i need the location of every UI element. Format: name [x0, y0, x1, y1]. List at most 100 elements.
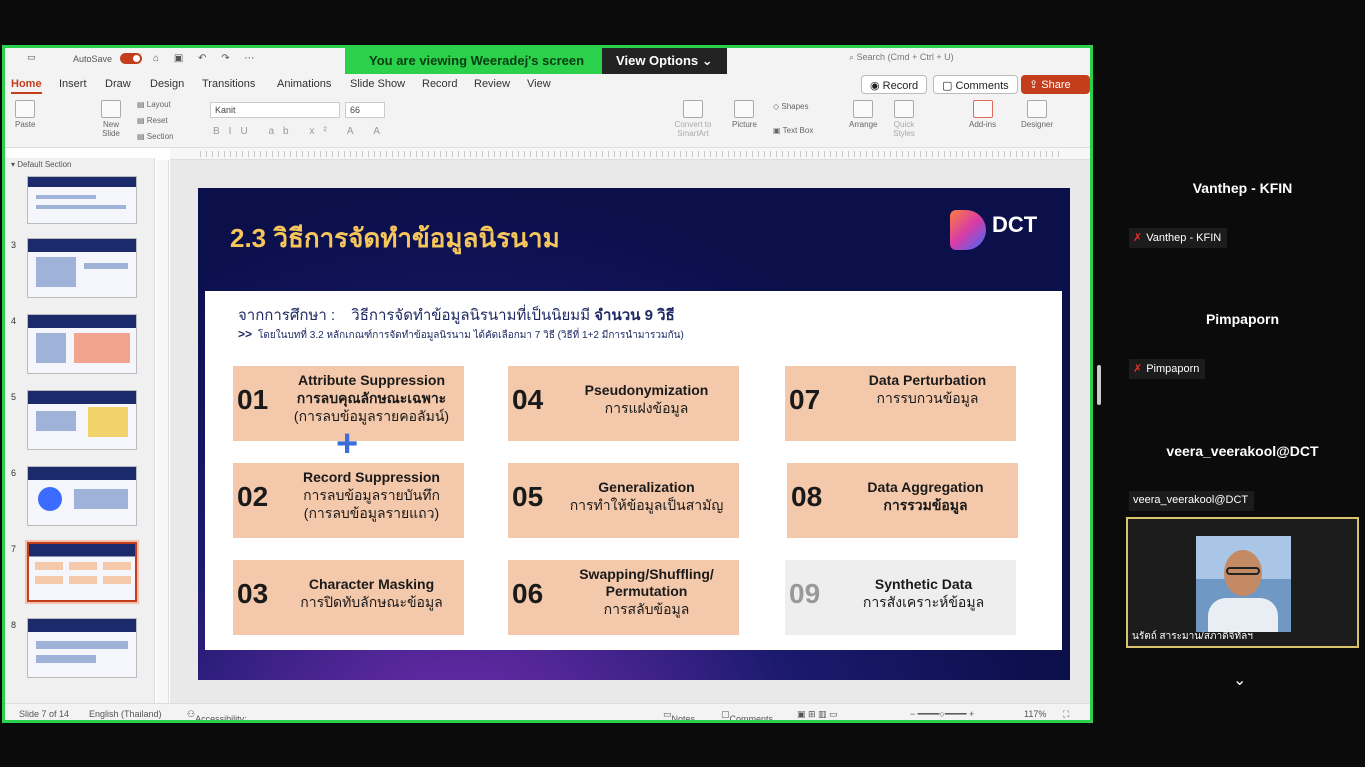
panel-resize-handle[interactable] — [1097, 365, 1101, 405]
record-button[interactable]: ◉ Record — [861, 75, 928, 94]
slide-thumbnail[interactable] — [27, 314, 137, 374]
font-family-select[interactable]: Kanit — [210, 102, 340, 118]
tab-animations[interactable]: Animations — [277, 78, 331, 90]
ribbon: Paste New Slide ▤ Layout ▤ Reset ▤ Secti… — [5, 96, 1090, 148]
participant-name: Pimpaporn — [1205, 311, 1280, 327]
reset-button[interactable]: ▤ Reset — [137, 116, 168, 125]
fit-slide-icon[interactable]: ⛶ — [1063, 709, 1069, 720]
notes-button[interactable]: ▭ Notes — [663, 709, 695, 720]
tab-home[interactable]: Home — [11, 78, 42, 94]
method-card-06: 06 Swapping/Shuffling/ Permutation การสลั… — [508, 560, 739, 635]
quick-styles-button[interactable]: Quick Styles — [889, 100, 919, 138]
tab-design[interactable]: Design — [150, 78, 184, 90]
slide-number: 5 — [11, 392, 17, 402]
layout-button[interactable]: ▤ Layout — [137, 100, 171, 109]
tab-draw[interactable]: Draw — [105, 78, 131, 90]
autosave-label: AutoSave — [73, 54, 113, 64]
slide-thumbnail[interactable] — [27, 466, 137, 526]
slide[interactable]: 2.3 วิธีการจัดทำข้อมูลนิรนาม DCT จากการศ… — [198, 188, 1070, 680]
chevron-down-icon[interactable]: ⌄ — [1233, 670, 1246, 690]
share-button[interactable]: ⇪ Share ⌄ — [1021, 75, 1090, 104]
slide-thumbnail[interactable] — [27, 176, 137, 224]
zoom-slider[interactable]: − ━━━━○━━━━ + — [910, 709, 974, 720]
slide-count: Slide 7 of 14 — [19, 709, 70, 719]
intro-line: จากการศึกษา : วิธีการจัดทำข้อมูลนิรนามที… — [238, 307, 675, 324]
quick-styles-icon — [894, 100, 914, 118]
view-buttons[interactable]: ▣ ⊞ ▥ ▭ — [797, 709, 838, 720]
picture-icon — [734, 100, 755, 118]
tab-record[interactable]: Record — [422, 78, 457, 90]
arrange-button[interactable]: Arrange — [849, 100, 877, 129]
participant-label: ✗ Pimpaporn — [1129, 359, 1206, 379]
smartart-icon — [683, 100, 703, 118]
slide-thumbnail[interactable] — [27, 238, 137, 298]
designer-icon — [1027, 100, 1047, 118]
dct-logo-icon — [950, 210, 986, 250]
tab-view[interactable]: View — [527, 78, 551, 90]
shapes-button[interactable]: ◇ Shapes — [773, 102, 809, 111]
search-input[interactable]: ⌕ Search (Cmd + Ctrl + U) — [845, 52, 1055, 68]
tab-insert[interactable]: Insert — [59, 78, 87, 90]
viewing-text: You are viewing Weeradej's screen — [345, 48, 603, 74]
method-card-09: 09 Synthetic Data การสังเคราะห์ข้อมูล — [785, 560, 1016, 635]
method-card-02: 02 Record Suppression การลบข้อมูลรายบันทึ… — [233, 463, 464, 538]
new-slide-button[interactable]: New Slide — [97, 100, 125, 138]
tab-transitions[interactable]: Transitions — [202, 78, 255, 90]
comments-status-button[interactable]: ▢ Comments — [721, 709, 773, 720]
add-ins-icon — [972, 100, 993, 118]
tab-slide-show[interactable]: Slide Show — [350, 78, 405, 90]
slide-number: 3 — [11, 240, 17, 250]
note-line: >> โดยในบทที่ 3.2 หลักเกณฑ์การจัดทำข้อมูล… — [238, 327, 684, 341]
active-speaker-video[interactable]: นรัตถ์ สาระมาน/สภาดิจิทัลฯ — [1126, 517, 1359, 648]
tab-review[interactable]: Review — [474, 78, 510, 90]
autosave-toggle[interactable] — [120, 53, 142, 64]
participant-label: ✗ Vanthep - KFIN — [1129, 228, 1228, 248]
ribbon-tabs: Home Insert Draw Design Transitions Anim… — [5, 72, 1090, 104]
slide-thumbnail[interactable] — [27, 618, 137, 678]
arrange-icon — [853, 100, 874, 118]
sidebar-toggle-icon[interactable]: ▭ — [27, 52, 36, 63]
horizontal-ruler — [170, 148, 1090, 160]
paste-button[interactable]: Paste — [15, 100, 35, 129]
comments-button[interactable]: ▢ Comments — [933, 75, 1018, 94]
slide-thumbnail-selected[interactable] — [25, 540, 139, 604]
zoom-level[interactable]: 117% — [1024, 709, 1046, 719]
status-bar: Slide 7 of 14 English (Thailand) ⚇ Acces… — [5, 703, 1090, 720]
format-buttons[interactable]: BIU ab x² A A — [213, 126, 389, 137]
font-size-select[interactable]: 66 — [345, 102, 385, 118]
text-box-button[interactable]: ▣ Text Box — [773, 126, 813, 135]
method-card-05: 05 Generalization การทำให้ข้อมูลเป็นสามัญ — [508, 463, 739, 538]
content-panel: จากการศึกษา : วิธีการจัดทำข้อมูลนิรนามที… — [205, 291, 1062, 650]
add-ins-button[interactable]: Add-ins — [969, 100, 996, 129]
method-card-08: 08 Data Aggregation การรวมข้อมูล — [787, 463, 1018, 538]
shared-screen: You are viewing Weeradej's screen View O… — [2, 45, 1093, 723]
mic-muted-icon: ✗ — [1133, 232, 1143, 244]
convert-smartart-button[interactable]: Convert to SmartArt — [669, 100, 717, 138]
meeting-window: You are viewing Weeradej's screen View O… — [0, 0, 1365, 767]
new-slide-icon — [101, 100, 121, 118]
slide-title: 2.3 วิธีการจัดทำข้อมูลนิรนาม — [230, 223, 560, 253]
designer-button[interactable]: Designer — [1021, 100, 1053, 129]
section-button[interactable]: ▤ Section — [137, 132, 173, 141]
language-status[interactable]: English (Thailand) — [89, 709, 162, 719]
slide-number: 8 — [11, 620, 17, 630]
slide-thumbnail[interactable] — [27, 390, 137, 450]
slide-number: 6 — [11, 468, 17, 478]
view-options-button[interactable]: View Options ⌄ — [602, 48, 727, 74]
dct-logo: DCT — [950, 210, 1050, 250]
section-label[interactable]: ▾ Default Section — [11, 160, 72, 169]
viewing-banner: You are viewing Weeradej's screen View O… — [345, 48, 727, 74]
paste-icon — [15, 100, 36, 118]
accessibility-status[interactable]: ⚇ Accessibility: Investigate — [187, 709, 247, 720]
speaker-video-image — [1196, 536, 1291, 632]
slide-number: 7 — [11, 544, 17, 554]
method-card-04: 04 Pseudonymization การแฝงข้อมูล — [508, 366, 739, 441]
picture-button[interactable]: Picture — [732, 100, 757, 129]
method-card-03: 03 Character Masking การปิดทับลักษณะข้อมู… — [233, 560, 464, 635]
quick-access-icons[interactable]: ⌂ ▣ ↶ ↷ ⋯ — [153, 53, 260, 64]
vertical-ruler — [157, 160, 169, 705]
slide-thumbnails: ▾ Default Section 3 4 5 6 7 8 — [5, 158, 155, 706]
mic-muted-icon: ✗ — [1133, 363, 1143, 375]
method-card-07: 07 Data Perturbation การรบกวนข้อมูล — [785, 366, 1016, 441]
participant-name: Vanthep - KFIN — [1192, 180, 1293, 196]
